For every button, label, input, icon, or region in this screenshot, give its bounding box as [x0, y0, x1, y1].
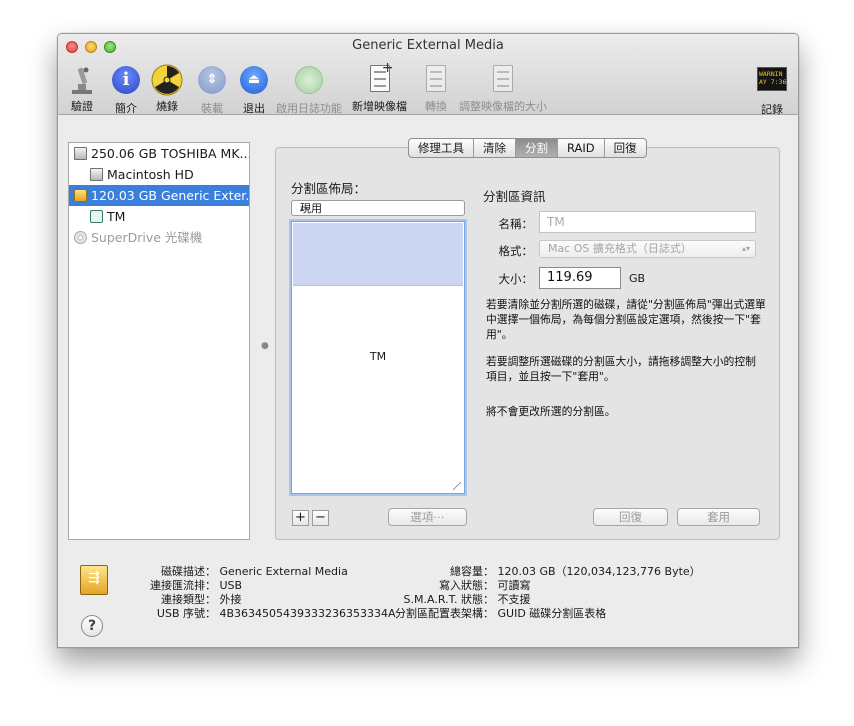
partition-layout-label: 分割區佈局：	[291, 181, 367, 196]
size-unit-label: GB	[629, 272, 646, 285]
detail-row: 磁碟描述： Generic External Media	[161, 565, 348, 578]
toolbar-info-button[interactable]: i 簡介	[110, 64, 142, 116]
toolbar-label: 轉換	[425, 100, 447, 113]
detail-row: 分割區配置表架構： GUID 磁碟分割區表格	[395, 607, 607, 620]
toolbar-label: 簡介	[115, 102, 137, 115]
content-area: 250.06 GB TOSHIBA MK... Macintosh HD 120…	[58, 115, 798, 647]
revert-button[interactable]: 回復	[593, 508, 668, 526]
toolbar-label: 裝載	[201, 102, 223, 115]
toolbar-label: 退出	[243, 102, 265, 115]
title-bar: Generic External Media 驗證 i 簡介 燒錄 ⇕ 裝載 ⏏…	[58, 34, 798, 117]
detail-row: USB 序號： 4B3634505439333236353334A	[156, 607, 396, 620]
detail-row: 總容量： 120.03 GB（120,034,123,776 Byte）	[450, 565, 701, 578]
partition-segment-label: TM	[369, 350, 387, 363]
time-machine-volume-icon	[90, 210, 103, 223]
help-text-erase: 若要清除並分割所選的磁碟，請從"分割區佈局"彈出式選單中選擇一個佈局，為每個分割…	[486, 298, 766, 341]
optical-drive-icon	[74, 231, 87, 244]
hard-disk-icon	[74, 147, 87, 160]
info-icon: i	[110, 66, 142, 98]
updown-arrows-icon: ▴▾	[741, 244, 750, 253]
detail-row: 連接匯流排： USB	[150, 579, 243, 592]
updown-arrows-icon: ▴▾	[300, 204, 309, 213]
sidebar-item-toshiba-disk[interactable]: 250.06 GB TOSHIBA MK...	[69, 143, 249, 164]
remove-partition-button[interactable]: −	[312, 510, 329, 526]
format-label: 格式：	[498, 244, 534, 258]
toolbar-verify-button[interactable]: 驗證	[66, 64, 98, 114]
microscope-icon	[66, 64, 98, 96]
resize-handle-icon[interactable]	[453, 482, 461, 490]
tab-bar: 修理工具 清除 分割 RAID 回復	[408, 138, 647, 158]
partition-info-title: 分割區資訊	[483, 189, 546, 204]
toolbar-label: 新增映像檔	[352, 100, 407, 113]
toolbar-label: 驗證	[71, 100, 93, 113]
toolbar-convert-button[interactable]: 轉換	[420, 64, 452, 114]
sidebar-item-superdrive[interactable]: SuperDrive 光碟機	[69, 227, 249, 248]
help-button[interactable]: ?	[81, 615, 103, 637]
volume-icon	[90, 168, 103, 181]
partition-layout-map[interactable]: TM	[291, 221, 465, 494]
toolbar-log-button[interactable]: WARNIN AY 7:36 記錄	[756, 64, 788, 117]
resize-image-icon	[487, 64, 519, 96]
disk-utility-window: Generic External Media 驗證 i 簡介 燒錄 ⇕ 裝載 ⏏…	[57, 33, 799, 648]
free-space-segment[interactable]	[293, 223, 463, 286]
size-field[interactable]: 119.69	[539, 267, 621, 289]
size-label: 大小：	[498, 272, 534, 286]
toolbar-burn-button[interactable]: 燒錄	[151, 64, 183, 114]
toolbar-label: 燒錄	[156, 100, 178, 113]
toolbar-eject-button[interactable]: ⏏ 退出	[238, 64, 270, 116]
toolbar-resize-image-button[interactable]: 調整映像檔的大小	[459, 64, 547, 114]
detail-row: S.M.A.R.T. 狀態： 不支援	[403, 593, 531, 606]
usb-drive-icon: ⇶	[80, 565, 108, 595]
window-title: Generic External Media	[352, 38, 504, 53]
new-image-icon: +	[364, 60, 396, 96]
mount-icon: ⇕	[196, 66, 228, 98]
eject-icon: ⏏	[238, 66, 270, 98]
tab-first-aid[interactable]: 修理工具	[409, 139, 473, 157]
help-text-unchanged: 將不會更改所選的分割區。	[486, 405, 616, 418]
tab-raid[interactable]: RAID	[557, 139, 604, 157]
toolbar-label: 調整映像檔的大小	[459, 100, 547, 113]
tab-restore[interactable]: 回復	[603, 139, 646, 157]
help-text-resize: 若要調整所選磁碟的分割區大小，請拖移調整大小的控制項目，並且按一下"套用"。	[486, 355, 756, 383]
toolbar-journal-button[interactable]: 啟用日誌功能	[276, 64, 342, 116]
format-select[interactable]: Mac OS 擴充格式（日誌式） ▴▾	[539, 240, 756, 258]
usb-drive-icon	[74, 189, 87, 202]
convert-icon	[420, 64, 452, 96]
add-partition-button[interactable]: +	[292, 510, 309, 526]
partition-layout-popup[interactable]: 現用 ▴▾	[291, 200, 465, 216]
journal-icon	[293, 66, 325, 98]
burn-icon	[151, 64, 183, 96]
sidebar-item-tm[interactable]: TM	[69, 206, 249, 227]
options-button[interactable]: 選項⋯	[388, 508, 467, 526]
sidebar-item-macintosh-hd[interactable]: Macintosh HD	[69, 164, 249, 185]
name-label: 名稱：	[498, 217, 534, 231]
split-view-handle[interactable]: ●	[261, 341, 269, 351]
tab-partition[interactable]: 分割	[515, 139, 557, 157]
name-field[interactable]: TM	[539, 211, 756, 233]
toolbar-new-image-button[interactable]: + 新增映像檔	[352, 60, 407, 114]
tab-erase[interactable]: 清除	[473, 139, 515, 157]
toolbar-label: 啟用日誌功能	[276, 102, 342, 115]
console-log-icon: WARNIN AY 7:36	[756, 67, 788, 99]
detail-row: 連接類型： 外接	[161, 593, 242, 606]
toolbar-mount-button[interactable]: ⇕ 裝載	[196, 64, 228, 116]
sidebar-item-generic-external[interactable]: 120.03 GB Generic Exter...	[69, 185, 249, 206]
device-sidebar: 250.06 GB TOSHIBA MK... Macintosh HD 120…	[68, 142, 250, 540]
apply-button[interactable]: 套用	[677, 508, 760, 526]
detail-row: 寫入狀態： 可讀寫	[439, 579, 531, 592]
